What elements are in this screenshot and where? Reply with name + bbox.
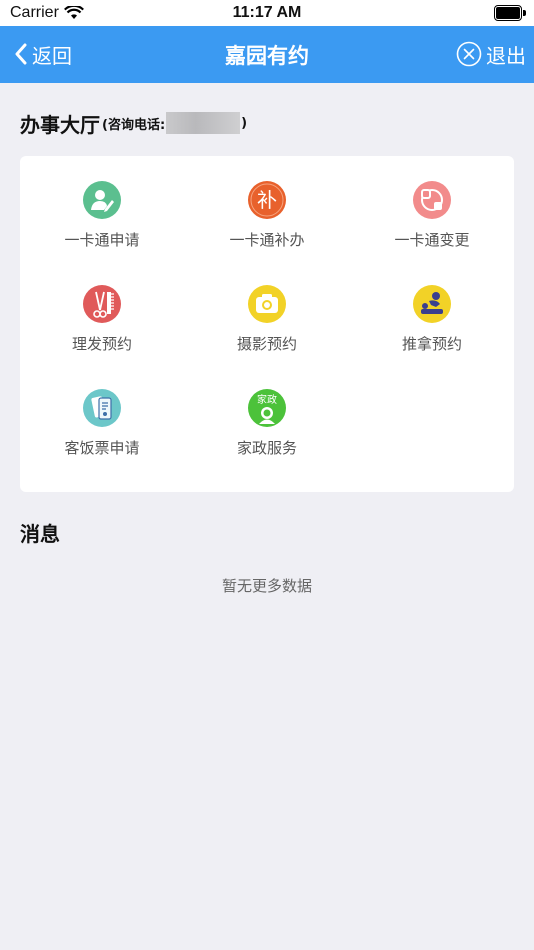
camera-icon xyxy=(248,285,286,323)
service-card-reissue[interactable]: 补 一卡通补办 xyxy=(185,156,349,249)
exit-button[interactable]: 退出 xyxy=(456,39,526,69)
status-bar: Carrier 11:17 AM xyxy=(0,0,534,26)
section-title: 办事大厅 xyxy=(20,112,100,137)
back-label: 返回 xyxy=(32,43,72,68)
service-label: 客饭票申请 xyxy=(64,439,140,457)
chevron-left-icon xyxy=(15,43,27,65)
meal-ticket-icon xyxy=(83,389,121,427)
haircut-icon xyxy=(83,285,121,323)
back-button[interactable]: 返回 xyxy=(14,40,72,68)
service-label: 一卡通申请 xyxy=(64,231,140,249)
card-reissue-icon: 补 xyxy=(248,181,286,219)
service-label: 一卡通变更 xyxy=(394,231,470,249)
housekeeping-icon: 家政 xyxy=(248,389,286,427)
phone-prefix: (咨询电话: xyxy=(102,117,166,133)
service-card-change[interactable]: 一卡通变更 xyxy=(350,156,514,249)
massage-icon xyxy=(413,285,451,323)
service-massage[interactable]: 推拿预约 xyxy=(350,260,514,353)
service-hall-header: 办事大厅 (咨询电话: ) xyxy=(20,110,248,137)
exit-label: 退出 xyxy=(486,43,526,68)
service-meal-ticket[interactable]: 客饭票申请 xyxy=(20,364,184,457)
service-grid: 一卡通申请 补 一卡通补办 一卡通变更 理发预约 摄影预约 推拿预约 客饭票申请… xyxy=(20,156,514,492)
svg-text:补: 补 xyxy=(257,188,277,212)
phone-number-redacted xyxy=(166,112,241,134)
empty-state-text: 暂无更多数据 xyxy=(221,577,312,595)
navigation-bar: 返回 嘉园有约 退出 xyxy=(0,26,534,83)
messages-title: 消息 xyxy=(20,522,60,546)
service-label: 理发预约 xyxy=(71,335,132,353)
service-label: 一卡通补办 xyxy=(229,231,305,249)
card-apply-icon xyxy=(83,181,121,219)
battery-icon xyxy=(494,5,526,21)
service-label: 家政服务 xyxy=(236,439,297,457)
service-label: 摄影预约 xyxy=(236,335,297,353)
phone-suffix: ) xyxy=(241,115,248,131)
service-label: 推拿预约 xyxy=(401,335,462,353)
svg-text:家政: 家政 xyxy=(257,393,277,406)
card-change-icon xyxy=(413,181,451,219)
service-card-apply[interactable]: 一卡通申请 xyxy=(20,156,184,249)
service-photography[interactable]: 摄影预约 xyxy=(185,260,349,353)
close-circle-icon xyxy=(456,41,482,67)
clock: 11:17 AM xyxy=(232,4,302,21)
page-title: 嘉园有约 xyxy=(225,44,309,68)
service-housekeeping[interactable]: 家政 家政服务 xyxy=(185,364,349,457)
service-haircut[interactable]: 理发预约 xyxy=(20,260,184,353)
